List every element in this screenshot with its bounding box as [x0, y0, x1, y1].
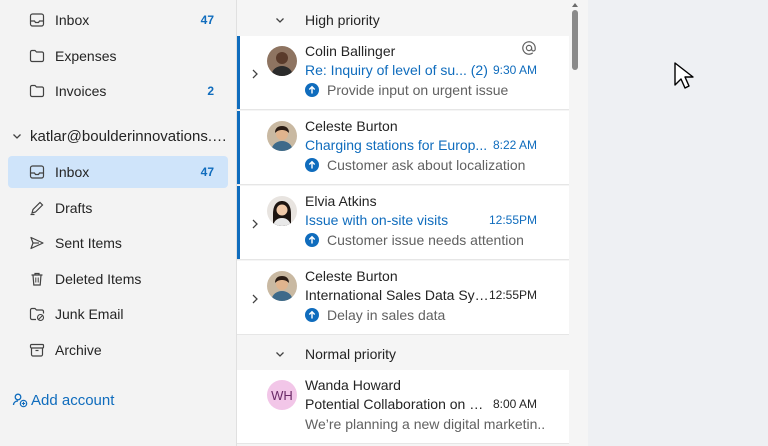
preview-text: Customer issue needs attention: [327, 232, 524, 248]
avatar: WH: [267, 380, 297, 410]
folder-label: Inbox: [55, 12, 90, 28]
sender-name: Celeste Burton: [305, 118, 398, 134]
archive-icon: [28, 341, 46, 359]
folder-label: Deleted Items: [55, 271, 142, 287]
group-label: Normal priority: [305, 346, 397, 362]
unread-count: 47: [200, 165, 214, 179]
folder-inbox[interactable]: Inbox 47: [8, 156, 228, 188]
avatar: [267, 196, 297, 226]
chevron-right-icon[interactable]: [251, 218, 261, 230]
folder-invoices[interactable]: Invoices 2: [8, 75, 228, 107]
sender-name: Celeste Burton: [305, 268, 398, 284]
message-subject: Re: Inquiry of level of su... (2): [305, 62, 488, 78]
folder-label: Inbox: [55, 164, 90, 180]
message-preview: Provide input on urgent issue: [305, 82, 545, 98]
scrollbar-thumb[interactable]: [572, 10, 578, 70]
message-item[interactable]: Celeste Burton Charging stations for Eur…: [237, 111, 569, 185]
message-preview: Customer ask about localization: [305, 157, 545, 173]
message-subject: Charging stations for Europ...: [305, 137, 488, 153]
inbox-icon: [28, 163, 46, 181]
inbox-icon: [28, 11, 46, 29]
message-item[interactable]: Celeste Burton International Sales Data …: [237, 261, 569, 335]
trash-icon: [28, 270, 46, 288]
reading-pane: [588, 0, 768, 446]
chevron-right-icon[interactable]: [251, 68, 261, 80]
preview-text: Delay in sales data: [327, 307, 446, 323]
mention-icon: [521, 40, 537, 56]
preview-text: Customer ask about localization: [327, 157, 526, 173]
message-subject: Issue with on-site visits: [305, 212, 449, 228]
folder-deleted-items[interactable]: Deleted Items: [8, 263, 228, 295]
message-preview: Delay in sales data: [305, 307, 545, 323]
sender-name: Colin Ballinger: [305, 43, 396, 59]
add-account-link[interactable]: Add account: [12, 388, 114, 412]
priority-arrow-icon: [305, 83, 319, 97]
priority-arrow-icon: [305, 308, 319, 322]
chevron-down-icon: [12, 131, 26, 141]
message-preview: We’re planning a new digital marketin...: [305, 416, 545, 432]
send-icon: [28, 234, 46, 252]
folder-junk-email[interactable]: Junk Email: [8, 298, 228, 330]
unread-count: 47: [200, 13, 214, 27]
chevron-down-icon: [275, 15, 289, 25]
account-header[interactable]: katlar@boulderinnovations.com: [12, 124, 232, 148]
avatar: [267, 271, 297, 301]
folder-label: Junk Email: [55, 306, 124, 322]
preview-text: We’re planning a new digital marketin...: [305, 416, 545, 432]
sender-name: Elvia Atkins: [305, 193, 377, 209]
priority-arrow-icon: [305, 158, 319, 172]
folder-inbox-top[interactable]: Inbox 47: [8, 4, 228, 36]
chevron-down-icon: [275, 349, 289, 359]
message-list: High priority Colin Ballinger Re: Inquir…: [236, 0, 588, 446]
unread-count: 2: [207, 84, 214, 98]
message-time: 12:55PM: [488, 288, 537, 302]
add-account-label: Add account: [31, 391, 115, 409]
mouse-cursor-icon: [674, 62, 694, 89]
add-person-icon: [12, 392, 28, 408]
group-header-high-priority[interactable]: High priority: [237, 6, 588, 34]
message-time: 12:55PM: [488, 213, 537, 227]
folder-icon: [28, 47, 46, 65]
sender-name: Wanda Howard: [305, 377, 401, 393]
message-preview: Customer issue needs attention: [305, 232, 545, 248]
folder-label: Expenses: [55, 48, 117, 64]
folder-archive[interactable]: Archive: [8, 334, 228, 366]
message-time: 9:30 AM: [492, 63, 537, 77]
message-item[interactable]: WH Wanda Howard Potential Collaboration …: [237, 370, 569, 444]
group-label: High priority: [305, 12, 380, 28]
message-time: 8:22 AM: [492, 138, 537, 152]
folder-expenses[interactable]: Expenses: [8, 40, 228, 72]
message-time: 8:00 AM: [492, 397, 537, 411]
message-subject: International Sales Data Sync D...: [305, 287, 493, 303]
folder-label: Drafts: [55, 200, 93, 216]
folder-sent-items[interactable]: Sent Items: [8, 227, 228, 259]
message-item[interactable]: Colin Ballinger Re: Inquiry of level of …: [237, 36, 569, 110]
preview-text: Provide input on urgent issue: [327, 82, 509, 98]
group-header-normal-priority[interactable]: Normal priority: [237, 340, 588, 368]
folder-pane: Inbox 47 Expenses Invoices 2 katlar@boul…: [0, 0, 236, 446]
avatar: [267, 121, 297, 151]
account-email: katlar@boulderinnovations.com: [30, 127, 230, 145]
folder-drafts[interactable]: Drafts: [8, 192, 228, 224]
priority-arrow-icon: [305, 233, 319, 247]
junk-folder-icon: [28, 305, 46, 323]
pencil-icon: [28, 199, 46, 217]
avatar: [267, 46, 297, 76]
scroll-up-arrow-icon[interactable]: [572, 2, 578, 8]
folder-label: Sent Items: [55, 235, 122, 251]
chevron-right-icon[interactable]: [251, 293, 261, 305]
message-item[interactable]: Elvia Atkins Issue with on-site visits 1…: [237, 186, 569, 260]
folder-label: Archive: [55, 342, 102, 358]
folder-icon: [28, 82, 46, 100]
message-subject: Potential Collaboration on Digit...: [305, 396, 493, 412]
folder-label: Invoices: [55, 83, 107, 99]
